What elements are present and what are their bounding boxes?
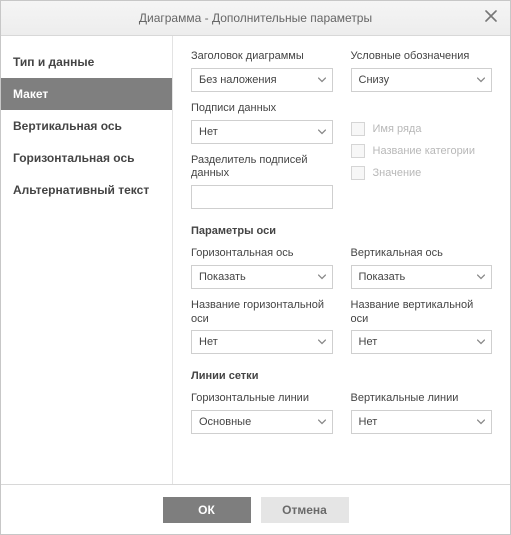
vert-axis-value: Показать bbox=[359, 271, 406, 283]
horiz-axis-label: Горизонтальная ось bbox=[191, 247, 333, 261]
grid-section-title: Линии сетки bbox=[191, 370, 492, 382]
check-category-name: Название категории bbox=[351, 144, 493, 158]
vert-axis-name-select[interactable]: Нет bbox=[351, 330, 493, 354]
footer: ОК Отмена bbox=[1, 484, 510, 534]
chevron-down-icon bbox=[477, 77, 485, 82]
dialog-body: Тип и данные Макет Вертикальная ось Гори… bbox=[1, 36, 510, 484]
sidebar: Тип и данные Макет Вертикальная ось Гори… bbox=[1, 36, 173, 484]
close-icon bbox=[485, 9, 497, 27]
separator-input[interactable] bbox=[191, 185, 333, 209]
vert-axis-select[interactable]: Показать bbox=[351, 265, 493, 289]
sidebar-item-vert-axis[interactable]: Вертикальная ось bbox=[1, 110, 172, 142]
dialog: Диаграмма - Дополнительные параметры Тип… bbox=[0, 0, 511, 535]
chart-title-label: Заголовок диаграммы bbox=[191, 50, 333, 64]
horiz-lines-label: Горизонтальные линии bbox=[191, 392, 333, 406]
chevron-down-icon bbox=[318, 129, 326, 134]
horiz-axis-value: Показать bbox=[199, 271, 246, 283]
sidebar-item-alt-text[interactable]: Альтернативный текст bbox=[1, 174, 172, 206]
chevron-down-icon bbox=[477, 340, 485, 345]
horiz-axis-select[interactable]: Показать bbox=[191, 265, 333, 289]
chart-title-select[interactable]: Без наложения bbox=[191, 68, 333, 92]
legend-select[interactable]: Снизу bbox=[351, 68, 493, 92]
ok-button[interactable]: ОК bbox=[163, 497, 251, 523]
sidebar-item-type-data[interactable]: Тип и данные bbox=[1, 46, 172, 78]
checkbox-icon bbox=[351, 122, 365, 136]
sidebar-item-horiz-axis[interactable]: Горизонтальная ось bbox=[1, 142, 172, 174]
check-series-name: Имя ряда bbox=[351, 122, 493, 136]
horiz-axis-name-value: Нет bbox=[199, 336, 218, 348]
horiz-axis-name-label: Название горизонтальной оси bbox=[191, 299, 333, 327]
check-value: Значение bbox=[351, 166, 493, 180]
chevron-down-icon bbox=[318, 77, 326, 82]
separator-label: Разделитель подписей данных bbox=[191, 154, 333, 182]
checkbox-icon bbox=[351, 166, 365, 180]
vert-axis-name-label: Название вертикальной оси bbox=[351, 299, 493, 327]
content: Заголовок диаграммы Без наложения Условн… bbox=[173, 36, 510, 484]
vert-lines-label: Вертикальные линии bbox=[351, 392, 493, 406]
dialog-title: Диаграмма - Дополнительные параметры bbox=[139, 11, 372, 25]
cancel-button[interactable]: Отмена bbox=[261, 497, 349, 523]
close-button[interactable] bbox=[482, 9, 500, 27]
data-labels-select[interactable]: Нет bbox=[191, 120, 333, 144]
chevron-down-icon bbox=[318, 340, 326, 345]
chart-title-value: Без наложения bbox=[199, 74, 277, 86]
data-labels-label: Подписи данных bbox=[191, 102, 333, 116]
chevron-down-icon bbox=[318, 274, 326, 279]
vert-axis-name-value: Нет bbox=[359, 336, 378, 348]
checkbox-icon bbox=[351, 144, 365, 158]
vert-lines-value: Нет bbox=[359, 416, 378, 428]
check-category-name-label: Название категории bbox=[373, 145, 475, 157]
legend-label: Условные обозначения bbox=[351, 50, 493, 64]
axis-section-title: Параметры оси bbox=[191, 225, 492, 237]
vert-axis-label: Вертикальная ось bbox=[351, 247, 493, 261]
horiz-lines-value: Основные bbox=[199, 416, 251, 428]
chevron-down-icon bbox=[477, 274, 485, 279]
horiz-axis-name-select[interactable]: Нет bbox=[191, 330, 333, 354]
check-series-name-label: Имя ряда bbox=[373, 123, 422, 135]
chevron-down-icon bbox=[318, 420, 326, 425]
check-value-label: Значение bbox=[373, 167, 422, 179]
data-labels-value: Нет bbox=[199, 126, 218, 138]
horiz-lines-select[interactable]: Основные bbox=[191, 410, 333, 434]
vert-lines-select[interactable]: Нет bbox=[351, 410, 493, 434]
sidebar-item-layout[interactable]: Макет bbox=[1, 78, 172, 110]
legend-value: Снизу bbox=[359, 74, 390, 86]
titlebar: Диаграмма - Дополнительные параметры bbox=[1, 1, 510, 36]
chevron-down-icon bbox=[477, 420, 485, 425]
